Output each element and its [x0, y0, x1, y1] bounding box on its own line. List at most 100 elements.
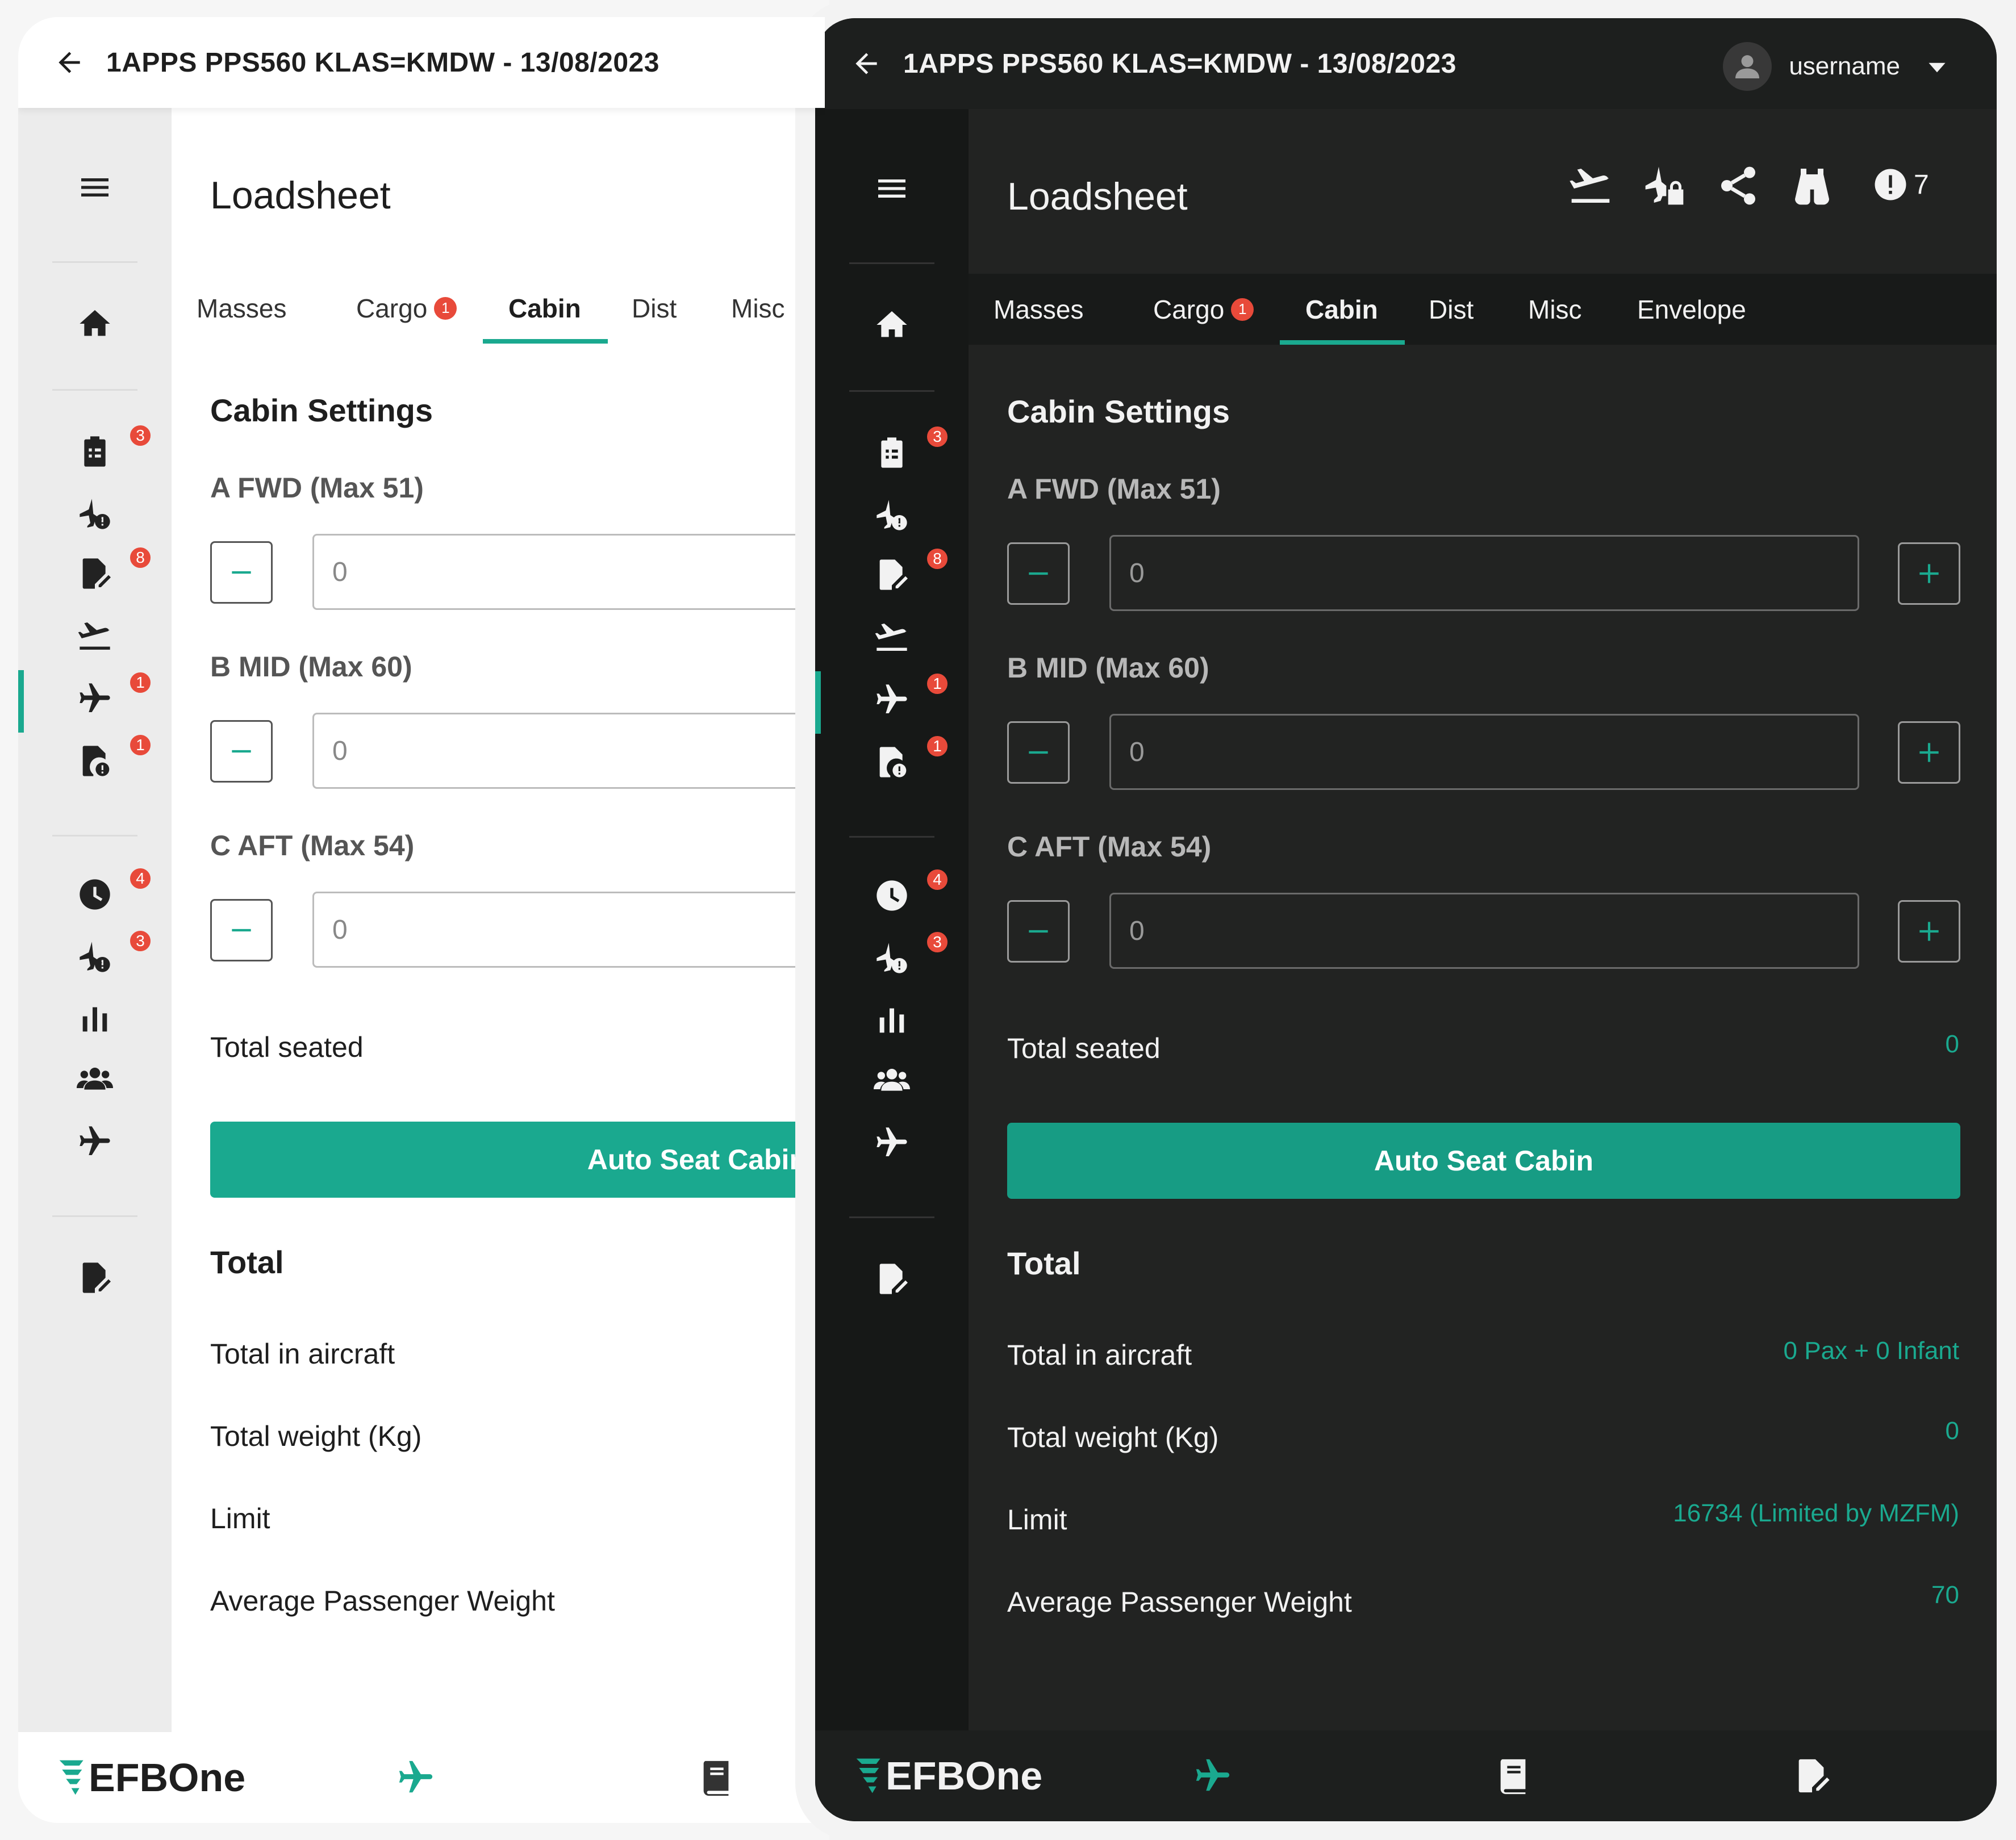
- departure-icon[interactable]: [1568, 163, 1613, 208]
- tab-badge: 1: [1231, 298, 1254, 321]
- auto-seat-cabin-button[interactable]: Auto Seat Cabin: [1007, 1123, 1960, 1199]
- tab-cargo[interactable]: Cargo 1: [1153, 274, 1254, 345]
- plane-icon: [876, 1127, 907, 1156]
- tab-active-underline: [483, 339, 608, 344]
- decrement-a-fwd-button[interactable]: [1007, 542, 1070, 605]
- header-title: 1APPS PPS560 KLAS=KMDW - 13/08/2023: [903, 48, 1456, 79]
- tab-label: Cabin: [508, 293, 581, 323]
- badge: 4: [925, 867, 950, 892]
- auto-seat-cabin-button[interactable]: Auto Seat Cabin: [210, 1122, 825, 1198]
- bottom-bar: EFBOne: [18, 1732, 825, 1823]
- decrement-c-aft-button[interactable]: [210, 899, 273, 961]
- page-title: Loadsheet: [210, 174, 391, 217]
- sidebar-item-flight-alert[interactable]: [61, 491, 129, 537]
- field-label-c-aft: C AFT (Max 54): [210, 830, 415, 862]
- sidebar-item-flight-alert-2[interactable]: 3: [858, 930, 950, 981]
- badge: 1: [925, 734, 950, 759]
- users-icon: [77, 1068, 113, 1090]
- tab-misc[interactable]: Misc: [1528, 274, 1582, 345]
- total-in-aircraft-label: Total in aircraft: [210, 1338, 395, 1370]
- sidebar-item-flight-alert[interactable]: [858, 492, 926, 538]
- a-fwd-input[interactable]: 0: [1109, 535, 1859, 611]
- badge: 1: [128, 670, 153, 695]
- decrement-b-mid-button[interactable]: [1007, 721, 1070, 784]
- sidebar-item-documents[interactable]: 8: [61, 545, 153, 596]
- decrement-b-mid-button[interactable]: [210, 720, 273, 783]
- share-icon[interactable]: [1716, 163, 1761, 208]
- sidebar-item-home[interactable]: [858, 302, 926, 348]
- sidebar-item-documents[interactable]: 8: [858, 546, 950, 597]
- sidebar-item-stats[interactable]: [858, 998, 926, 1043]
- a-fwd-input[interactable]: 0: [312, 534, 825, 610]
- sidebar-item-file-alert[interactable]: 1: [61, 733, 153, 784]
- file-alert-icon: [82, 746, 110, 776]
- decrement-c-aft-button[interactable]: [1007, 900, 1070, 963]
- book-icon[interactable]: [1494, 1756, 1534, 1796]
- button-label: Auto Seat Cabin: [1374, 1145, 1594, 1177]
- username: username: [1789, 52, 1900, 80]
- tab-label: Masses: [197, 293, 287, 323]
- minus-icon: [1029, 572, 1048, 575]
- c-aft-input[interactable]: 0: [312, 892, 825, 968]
- tab-dist[interactable]: Dist: [1429, 274, 1474, 345]
- sidebar-item-file-alert[interactable]: 1: [858, 734, 950, 785]
- cabin-settings-title: Cabin Settings: [210, 392, 433, 428]
- c-aft-input[interactable]: 0: [1109, 893, 1859, 969]
- total-weight-label: Total weight (Kg): [1007, 1421, 1219, 1453]
- plane-icon[interactable]: [1193, 1756, 1233, 1796]
- sidebar-item-sign[interactable]: [858, 1256, 926, 1302]
- header-title: 1APPS PPS560 KLAS=KMDW - 13/08/2023: [106, 47, 660, 78]
- increment-c-aft-button[interactable]: [1898, 900, 1960, 963]
- tab-misc[interactable]: Misc: [731, 273, 785, 344]
- b-mid-input[interactable]: 0: [1109, 714, 1859, 790]
- increment-a-fwd-button[interactable]: [1898, 542, 1960, 605]
- menu-button[interactable]: [858, 166, 926, 211]
- users-icon: [874, 1069, 910, 1091]
- user-menu[interactable]: username: [1723, 41, 1951, 92]
- bottom-bar: EFBOne: [815, 1730, 1997, 1821]
- sidebar-item-departure[interactable]: [858, 614, 926, 660]
- tab-cargo[interactable]: Cargo 1: [356, 273, 457, 344]
- tab-dist[interactable]: Dist: [632, 273, 677, 344]
- hamburger-icon: [81, 178, 108, 196]
- badge: 3: [128, 929, 153, 954]
- sidebar-item-departure[interactable]: [61, 613, 129, 659]
- file-signature-icon[interactable]: [1792, 1756, 1832, 1796]
- alert-circle-icon: [1875, 169, 1906, 200]
- sidebar-item-checklist[interactable]: 3: [858, 424, 950, 475]
- plane-icon[interactable]: [396, 1758, 436, 1797]
- sidebar-item-checklist[interactable]: 3: [61, 423, 153, 474]
- tab-envelope[interactable]: Envelope: [1637, 274, 1746, 345]
- back-arrow-icon: [855, 53, 877, 74]
- brand-name: EFBOne: [886, 1754, 1043, 1798]
- sidebar-item-aircraft[interactable]: [61, 1119, 129, 1164]
- sidebar-item-sign[interactable]: [61, 1255, 129, 1300]
- sidebar-divider: [52, 389, 137, 391]
- sidebar-item-history[interactable]: 4: [61, 866, 153, 917]
- menu-button[interactable]: [61, 165, 129, 210]
- increment-b-mid-button[interactable]: [1898, 721, 1960, 784]
- sidebar-item-crew[interactable]: [61, 1056, 129, 1102]
- tab-label: Envelope: [1637, 294, 1746, 324]
- decrement-a-fwd-button[interactable]: [210, 541, 273, 604]
- tab-masses[interactable]: Masses: [197, 273, 286, 344]
- tab-cabin[interactable]: Cabin: [508, 273, 581, 344]
- sidebar-item-home[interactable]: [61, 301, 129, 346]
- b-mid-input[interactable]: 0: [312, 713, 825, 789]
- sidebar-item-flight[interactable]: 1: [858, 671, 950, 722]
- sidebar-item-stats[interactable]: [61, 997, 129, 1042]
- plane-lock-icon[interactable]: [1642, 163, 1687, 208]
- tab-cabin[interactable]: Cabin: [1305, 274, 1378, 345]
- binoculars-icon[interactable]: [1789, 163, 1835, 208]
- sidebar-item-flight-alert-2[interactable]: 3: [61, 929, 153, 980]
- sidebar-item-flight[interactable]: 1: [61, 670, 153, 721]
- book-icon[interactable]: [697, 1758, 737, 1797]
- alerts-button[interactable]: 7: [1872, 166, 1929, 203]
- back-button[interactable]: [52, 45, 86, 80]
- sidebar-item-history[interactable]: 4: [858, 867, 950, 918]
- minus-icon: [1029, 930, 1048, 933]
- back-button[interactable]: [849, 47, 883, 81]
- tab-masses[interactable]: Masses: [994, 274, 1083, 345]
- sidebar-item-aircraft[interactable]: [858, 1120, 926, 1165]
- sidebar-item-crew[interactable]: [858, 1057, 926, 1103]
